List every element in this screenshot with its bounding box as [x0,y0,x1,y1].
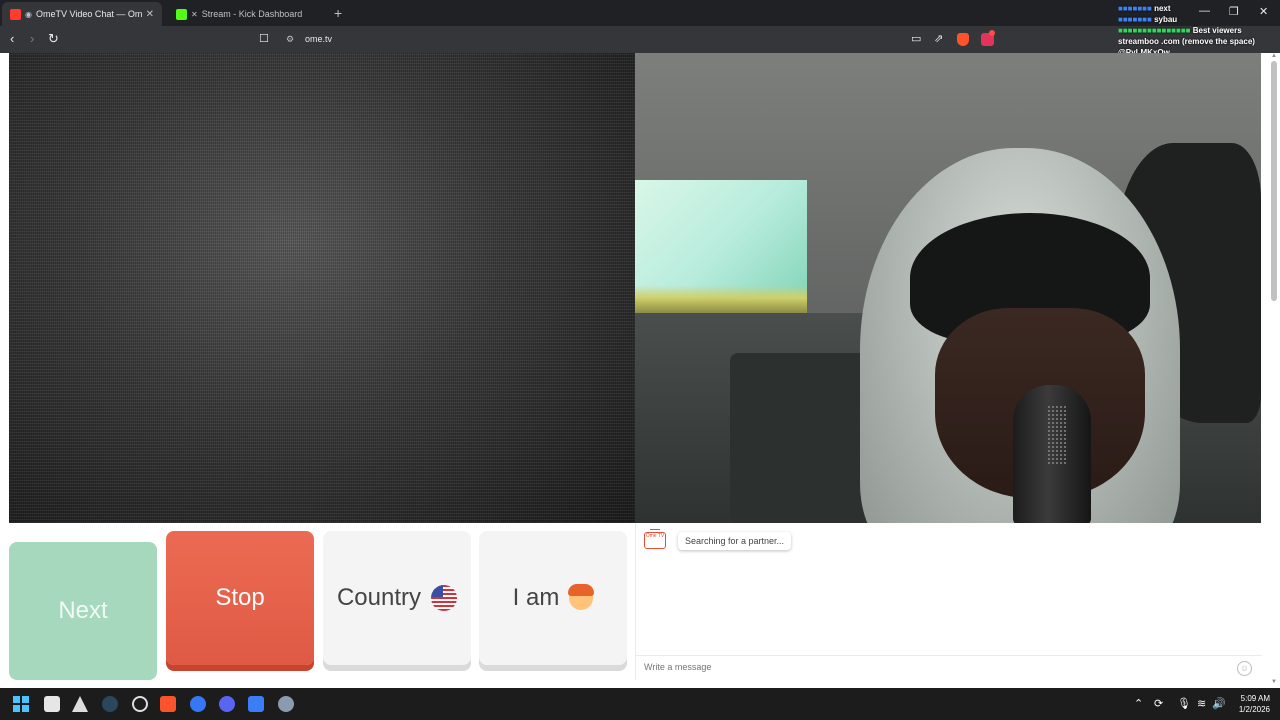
muted-icon[interactable]: ✕ [191,10,198,19]
brave-shields-icon[interactable] [957,33,969,46]
iam-label: I am [512,584,560,611]
site-info-icon[interactable]: ⚙ [286,34,294,45]
emoji-icon[interactable]: ☺ [1237,661,1252,676]
scroll-up-icon[interactable]: ▲ [1271,53,1277,59]
share-icon[interactable]: ⇗ [934,32,943,45]
discord-icon[interactable] [219,696,235,712]
scroll-down-icon[interactable]: ▼ [1271,679,1277,685]
cast-icon[interactable]: ▭ [911,32,921,45]
overlay-user: ■■■■■■■ [1118,15,1152,24]
static-noise [9,53,635,523]
next-button[interactable]: Next [9,542,157,680]
steam-icon[interactable] [102,696,118,712]
tab-title: Stream - Kick Dashboard [201,9,303,19]
tab-kick-dashboard[interactable]: ✕ Stream - Kick Dashboard [168,2,328,26]
app-blue-icon[interactable] [190,696,206,712]
overlay-row: streamboo .com (remove the space) [1118,37,1255,46]
tray-chevron-up-icon[interactable]: ⌃ [1134,697,1143,710]
ometv-page: Next Stop Country I am Ome TV Searching … [0,53,1280,688]
page-scrollbar[interactable]: ▲ ▼ [1268,53,1280,688]
audio-playing-icon[interactable]: ◉ [25,10,32,19]
kick-favicon-icon [176,8,187,20]
country-button[interactable]: Country [323,531,471,665]
taskbar: ⌃ ⟳ 🎙 ≋ 🔊 5:09 AM 1/2/2026 [0,688,1280,720]
clock-time: 5:09 AM [1240,694,1270,703]
url-field[interactable]: ome.tv [305,34,332,44]
notification-badge [989,30,995,36]
settings-icon[interactable] [278,696,294,712]
stream-chat-overlay: ■■■■■■■ next ■■■■■■■ sybau ■■■■■■■■■■■■■… [1118,3,1280,58]
tray-sync-icon[interactable]: ⟳ [1154,697,1163,710]
next-label: Next [58,597,108,624]
reload-button[interactable]: ↻ [48,31,59,47]
address-bar: ‹ › ↻ ☐ ⚙ ome.tv ▭ ⇗ [0,26,1280,53]
background-tv-screen [635,180,807,317]
message-composer: ☺ [636,655,1262,680]
microphone [1013,385,1091,523]
scrollbar-thumb[interactable] [1271,61,1277,301]
overlay-row: ■■■■■■■ next [1118,4,1171,13]
ometv-favicon-icon [10,8,21,20]
chat-panel: Ome TV Searching for a partner... ☺ [635,523,1262,680]
us-flag-icon [431,585,458,611]
overlay-row: ■■■■■■■■■■■■■■■ Best viewers [1118,26,1242,35]
stop-label: Stop [215,584,265,611]
country-label: Country [336,584,422,611]
self-camera-video [635,53,1261,523]
windows-start-icon[interactable] [13,696,29,712]
back-button[interactable]: ‹ [10,31,14,46]
overlay-row: ■■■■■■■ sybau [1118,15,1178,24]
task-view-icon[interactable] [44,696,60,712]
gender-button[interactable]: I am [479,531,627,665]
tray-mic-icon[interactable]: 🎙 [1177,697,1191,710]
tab-ometv[interactable]: ◉ OmeTV Video Chat — Omegl ✕ [2,2,162,26]
new-tab-button[interactable]: + [334,5,342,21]
message-input[interactable] [644,662,1204,672]
tab-close-icon[interactable]: ✕ [146,9,154,20]
overlay-user: ■■■■■■■■■■■■■■■ [1118,26,1191,35]
bookmark-icon[interactable]: ☐ [259,32,269,45]
forward-button[interactable]: › [30,31,34,46]
volume-icon[interactable]: 🔊 [1212,697,1226,710]
overlay-user: ■■■■■■■ [1118,4,1152,13]
boy-avatar-icon [568,584,595,610]
stop-button[interactable]: Stop [166,531,314,665]
partner-video [9,53,635,523]
ometv-logo-icon: Ome TV [644,529,666,549]
chrome-like-icon[interactable] [132,696,148,712]
app-icon[interactable] [72,696,88,712]
wifi-icon[interactable]: ≋ [1197,697,1206,710]
system-clock[interactable]: 5:09 AM 1/2/2026 [1226,693,1270,715]
tab-title: OmeTV Video Chat — Omegl [35,9,142,19]
browser-tab-strip: ◉ OmeTV Video Chat — Omegl ✕ ✕ Stream - … [0,0,1280,26]
app-square-icon[interactable] [248,696,264,712]
clock-date: 1/2/2026 [1238,705,1270,714]
status-message: Searching for a partner... [678,532,792,550]
brave-browser-icon[interactable] [160,696,176,712]
